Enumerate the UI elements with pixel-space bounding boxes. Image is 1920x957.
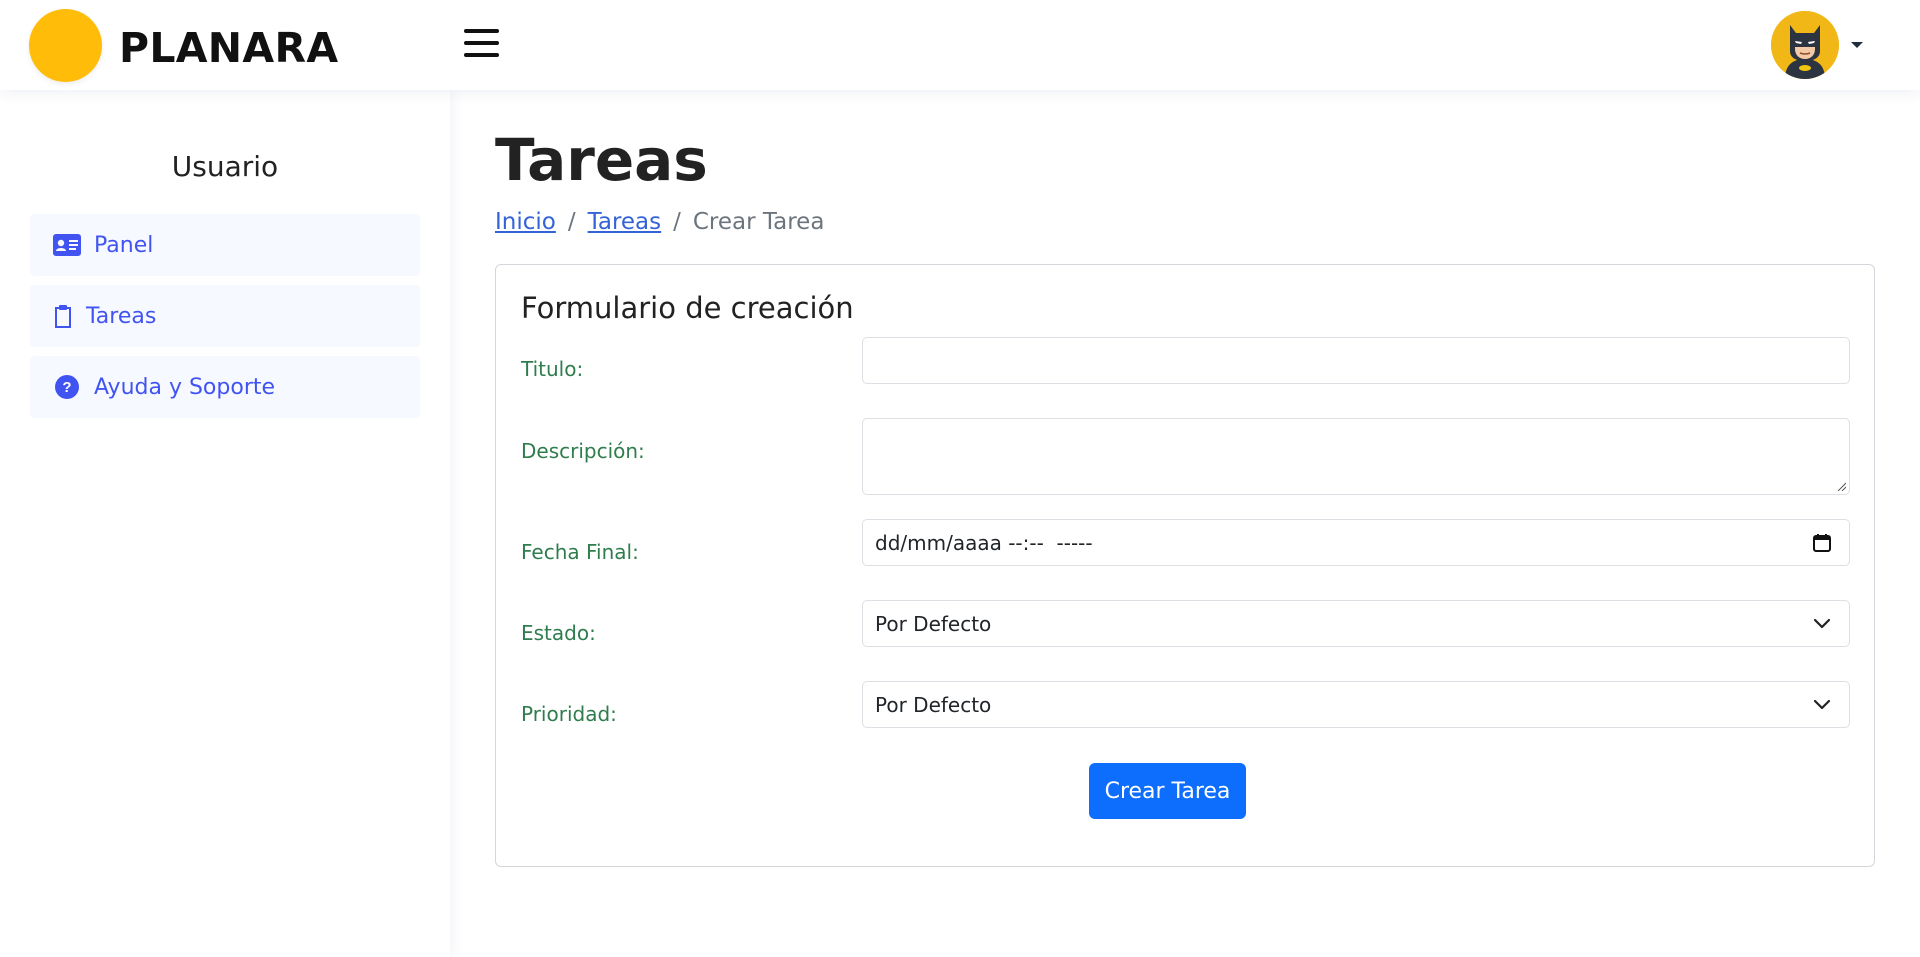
titulo-input[interactable] [862,337,1850,384]
breadcrumb-home-link[interactable]: Inicio [495,209,556,235]
sidebar: Usuario Panel Tareas ? Ayuda y Soporte [0,90,450,957]
prioridad-label: Prioridad: [521,702,617,726]
chevron-down-icon [1813,699,1831,711]
estado-select-value: Por Defecto [875,611,992,636]
breadcrumb-separator: / [567,209,576,235]
breadcrumb-current: Crear Tarea [692,209,825,235]
brand-name[interactable]: PLANARA [119,24,338,72]
titulo-label: Titulo: [521,357,584,381]
id-card-icon [52,230,82,260]
sidebar-item-label: Ayuda y Soporte [94,374,276,400]
sidebar-item-label: Panel [94,232,154,258]
prioridad-select-value: Por Defecto [875,692,992,717]
batman-avatar-icon [1771,11,1839,79]
sidebar-item-label: Tareas [86,303,157,329]
clipboard-icon [52,301,74,331]
logo-icon[interactable] [29,9,102,82]
resize-grip-icon[interactable] [1836,481,1846,491]
question-circle-icon: ? [52,372,82,402]
sidebar-item-ayuda[interactable]: ? Ayuda y Soporte [30,356,420,418]
estado-select[interactable]: Por Defecto [862,600,1850,647]
sidebar-title: Usuario [171,150,279,183]
crear-tarea-button[interactable]: Crear Tarea [1089,763,1246,819]
breadcrumb-tareas-link[interactable]: Tareas [588,209,662,235]
estado-label: Estado: [521,621,596,645]
fecha-final-input[interactable]: dd/mm/aaaa --:-- ----- [862,519,1850,566]
chevron-down-icon [1813,618,1831,630]
hamburger-icon[interactable] [464,26,499,60]
breadcrumb-separator: / [673,209,681,235]
fecha-final-label: Fecha Final: [521,540,639,564]
caret-down-icon[interactable] [1851,42,1863,48]
prioridad-select[interactable]: Por Defecto [862,681,1850,728]
create-task-form-card: Formulario de creación Titulo: Descripci… [495,264,1875,867]
fecha-final-input-value: dd/mm/aaaa --:-- ----- [875,530,1093,555]
sidebar-item-tareas[interactable]: Tareas [30,285,420,347]
top-header: PLANARA [0,0,1920,90]
calendar-icon[interactable] [1813,533,1831,552]
breadcrumb: Inicio / Tareas / Crear Tarea [495,209,824,235]
descripcion-label: Descripción: [521,439,645,463]
descripcion-textarea[interactable] [862,418,1850,495]
page-title: Tareas [495,126,708,194]
svg-text:?: ? [62,379,71,396]
form-title: Formulario de creación [521,291,854,325]
sidebar-item-panel[interactable]: Panel [30,214,420,276]
user-avatar[interactable] [1771,11,1839,79]
